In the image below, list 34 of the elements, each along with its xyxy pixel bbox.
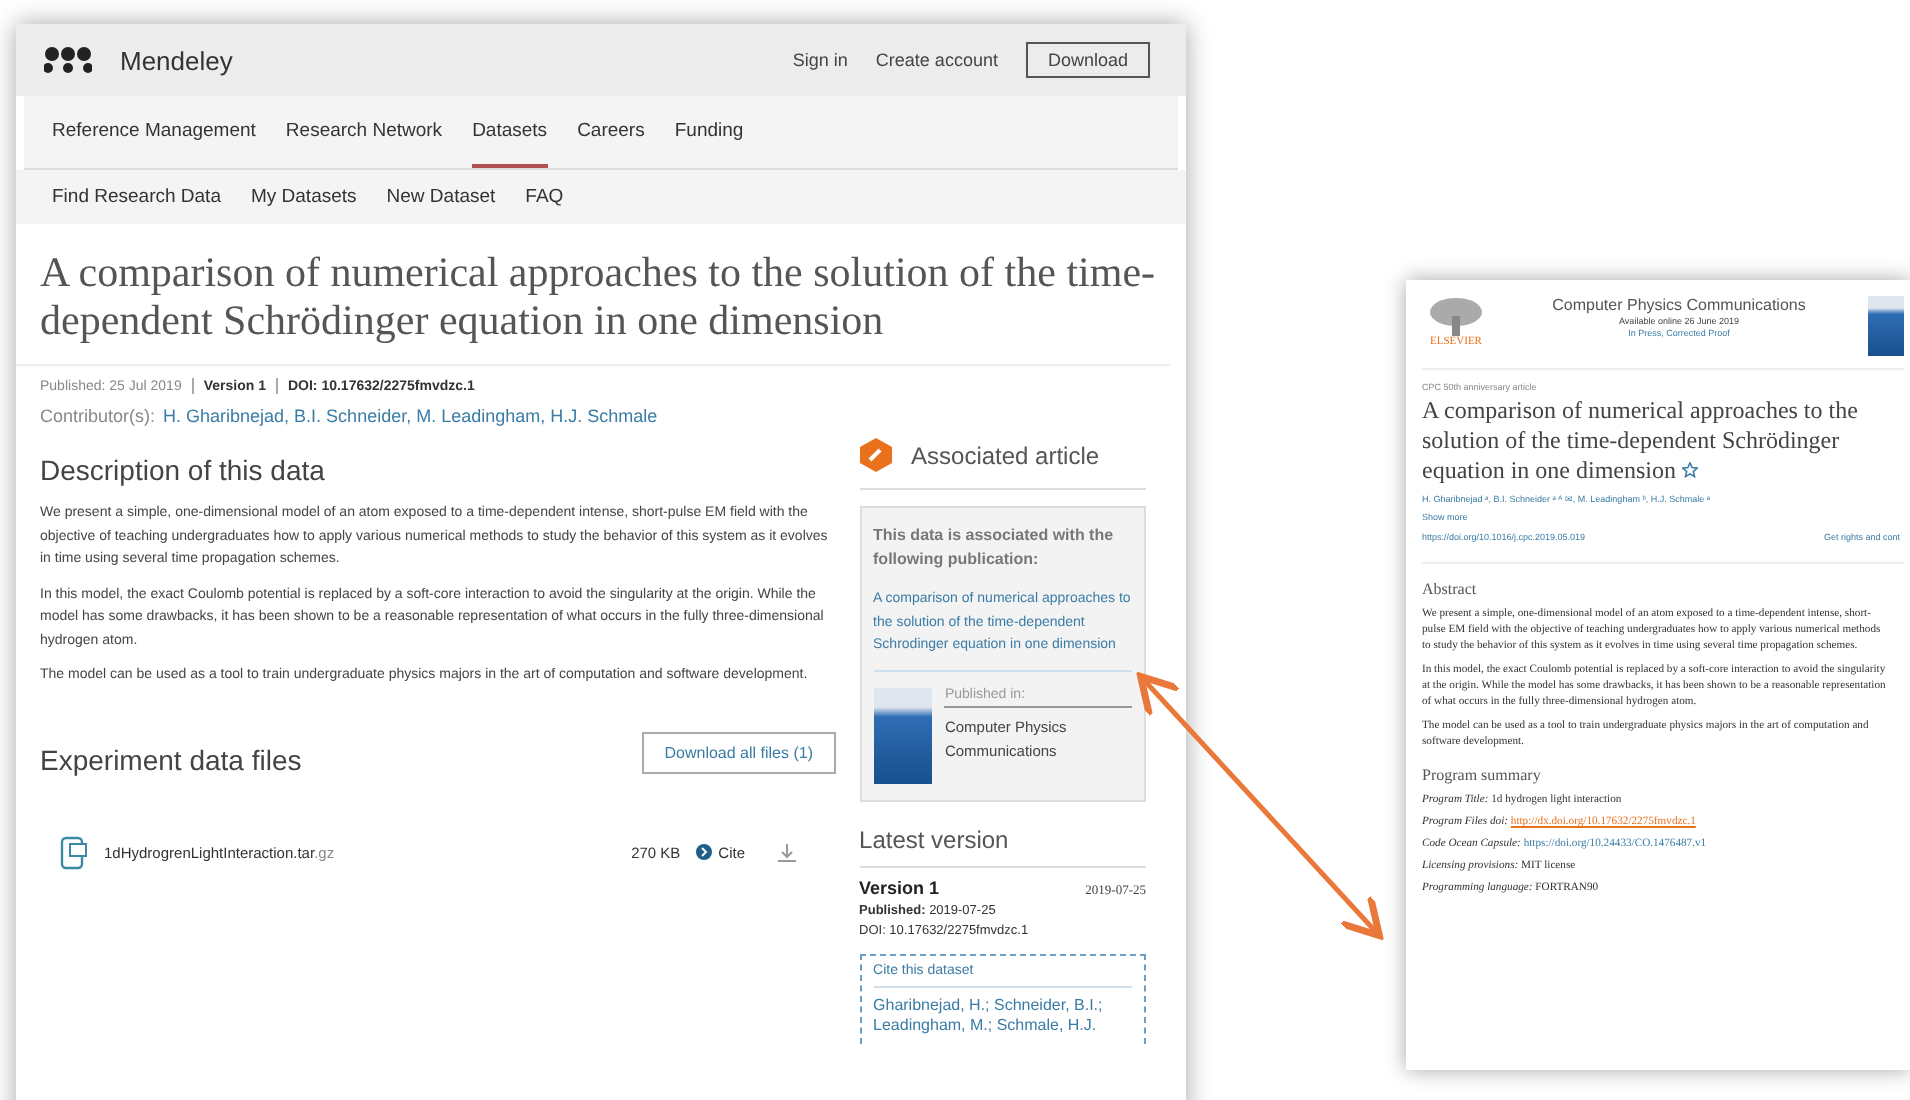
file-icon xyxy=(60,835,88,869)
subnav-link[interactable]: New Dataset xyxy=(386,186,496,208)
citation-text: Gharibnejad, H.; Schneider, B.I.; Leadingham, M.; Schmale, H.J. xyxy=(873,995,1105,1035)
subnav-link[interactable]: FAQ xyxy=(525,186,564,208)
journal-cover xyxy=(1868,296,1904,356)
subnav-link[interactable]: My Datasets xyxy=(250,186,357,208)
section-heading: Description of this data xyxy=(40,454,327,486)
sidebar-heading: Associated article xyxy=(911,441,1100,469)
abstract-heading: Abstract xyxy=(1422,580,1479,598)
header-link[interactable]: Create account xyxy=(875,50,998,70)
star-icon[interactable] xyxy=(1681,462,1698,478)
header-link[interactable]: Sign in xyxy=(792,50,848,70)
sidebar-heading: Latest version xyxy=(859,825,1146,867)
nav-tab[interactable]: Careers xyxy=(577,96,645,168)
download-button[interactable]: Download xyxy=(1025,42,1150,78)
journal-cover xyxy=(873,687,933,783)
nav-tab[interactable]: Funding xyxy=(674,96,744,168)
chevron-circle-icon xyxy=(696,844,713,860)
subnav-link[interactable]: Find Research Data xyxy=(52,186,221,208)
association-intro: This data is associated with the following publication: xyxy=(873,524,1116,572)
mendeley-logo-icon xyxy=(44,46,92,74)
summary-heading: Program summary xyxy=(1422,766,1543,784)
contributors-link[interactable]: H. Gharibnejad, B.I. Schneider, M. Leadingham, H.J. Schmale xyxy=(163,406,658,426)
journal-name: Computer Physics Communications xyxy=(1552,296,1806,314)
brand-name: Mendeley xyxy=(120,45,233,75)
nav-tab[interactable]: Research Network xyxy=(285,96,443,168)
nav-tab[interactable]: Reference Management xyxy=(52,96,256,168)
contributors-label: Contributor(s): xyxy=(40,406,156,426)
version-name: Version 1 xyxy=(859,877,940,897)
article-title: A comparison of numerical approaches to the solution of the time-dependent Schrödinger equation in one dimension xyxy=(1422,396,1860,486)
dataset-title: A comparison of numerical approaches to the solution of the time-dependent Schrödinger equation in one dimension xyxy=(40,248,1158,344)
section-heading: Experiment data files xyxy=(40,743,302,775)
download-icon[interactable] xyxy=(777,843,796,861)
download-all-button[interactable]: Download all files (1) xyxy=(642,732,836,774)
